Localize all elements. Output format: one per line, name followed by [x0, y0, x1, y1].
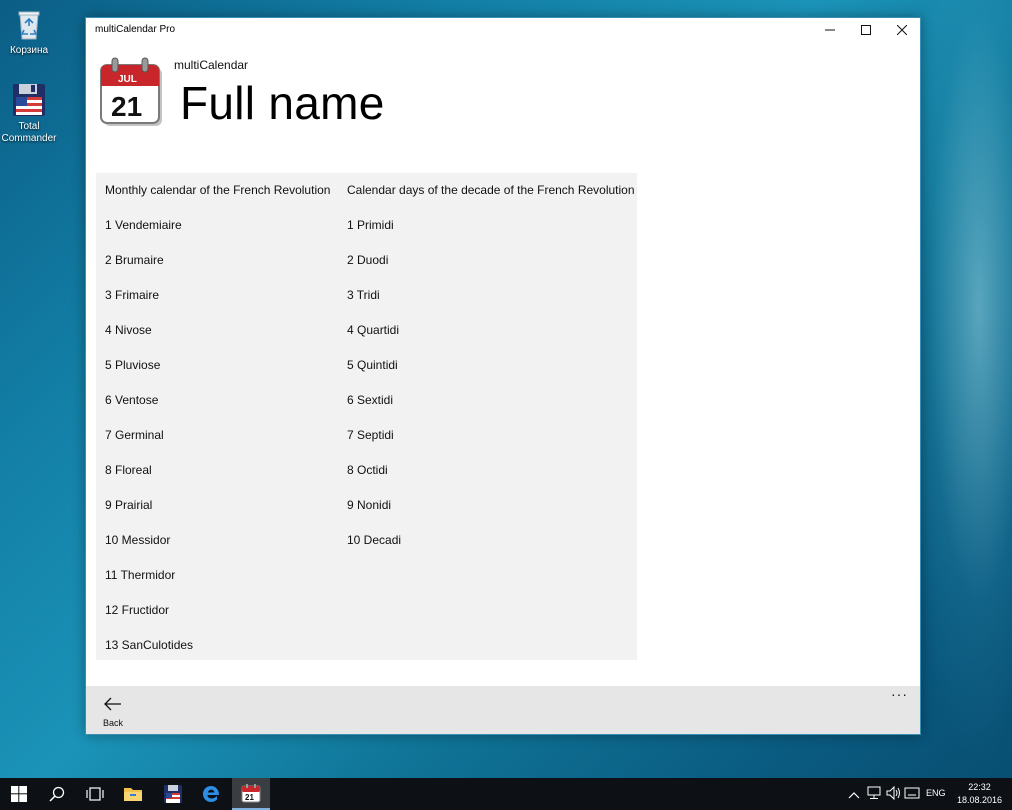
maximize-icon: [861, 25, 871, 35]
day-cell: 10 Decadi: [347, 533, 402, 547]
month-cell: 3 Frimaire: [105, 288, 160, 302]
taskbar-calendar-day: 21: [245, 793, 254, 802]
close-button[interactable]: [884, 18, 920, 42]
folder-icon: [124, 788, 142, 801]
desktop-icon-total-commander[interactable]: Total Commander: [0, 82, 61, 145]
day-cell: 6 Sextidi: [347, 393, 394, 407]
month-cell: 12 Fructidor: [105, 603, 170, 617]
window-title: multiCalendar Pro: [95, 24, 176, 35]
taskbar-file-explorer[interactable]: [114, 778, 152, 810]
day-cell: 3 Tridi: [347, 288, 380, 302]
back-label: Back: [102, 718, 123, 728]
app-window: multiCalendar Pro JUL 21 multiCalendar F…: [85, 17, 921, 735]
day-cell: 7 Septidi: [347, 428, 394, 442]
search-icon: [49, 786, 65, 802]
days-column-header: Calendar days of the decade of the Frenc…: [347, 183, 635, 197]
month-cell: 10 Messidor: [105, 533, 171, 547]
month-cell: 7 Germinal: [105, 428, 164, 442]
month-cell: 1 Vendemiaire: [105, 218, 182, 232]
floppy-disk-icon: [164, 785, 182, 803]
task-view-button[interactable]: [76, 778, 114, 810]
task-view-icon: [86, 787, 104, 801]
clock-date: 18.08.2016: [956, 795, 1002, 805]
clock-time: 22:32: [968, 782, 991, 792]
chevron-up-icon: [848, 792, 860, 799]
more-options-button[interactable]: ···: [891, 686, 908, 702]
months-column-header: Monthly calendar of the French Revolutio…: [105, 183, 331, 197]
edge-browser-icon: [203, 786, 219, 802]
calendar-icon-day: 21: [111, 91, 142, 122]
network-button[interactable]: [866, 786, 882, 805]
month-cell: 4 Nivose: [105, 323, 152, 337]
calendar-table: Monthly calendar of the French Revolutio…: [96, 173, 637, 660]
maximize-button[interactable]: [848, 18, 884, 42]
month-cell: 13 SanCulotides: [105, 638, 194, 652]
minimize-icon: [825, 29, 835, 31]
day-cell: 9 Nonidi: [347, 498, 392, 512]
taskbar: 21 ENG 22:32 18.08.2016: [0, 778, 1012, 810]
app-command-bar: Back ···: [86, 686, 920, 734]
calendar-icon: 21: [241, 784, 261, 803]
minimize-button[interactable]: [812, 18, 848, 42]
page-title: Full name: [180, 77, 385, 129]
month-cell: 5 Pluviose: [105, 358, 161, 372]
show-hidden-icons-button[interactable]: [848, 787, 860, 805]
speaker-icon: [886, 785, 900, 801]
day-cell: 4 Quartidi: [347, 323, 400, 337]
day-cell: 5 Quintidi: [347, 358, 398, 372]
title-bar[interactable]: multiCalendar Pro: [86, 18, 920, 42]
day-cell: 2 Duodi: [347, 253, 389, 267]
calendar-app-icon: JUL 21: [98, 56, 170, 130]
volume-button[interactable]: [886, 785, 902, 805]
floppy-disk-icon: [11, 82, 47, 118]
desktop-icon-label: Total Commander: [1, 121, 57, 144]
search-button[interactable]: [38, 778, 76, 810]
back-button[interactable]: Back: [98, 694, 128, 730]
calendar-icon-month: JUL: [118, 74, 137, 85]
close-icon: [897, 25, 907, 35]
network-icon: [867, 786, 881, 799]
day-cell: 1 Primidi: [347, 218, 394, 232]
input-indicator-button[interactable]: [904, 786, 920, 805]
taskbar-total-commander[interactable]: [154, 778, 192, 810]
taskbar-multicalendar[interactable]: 21: [232, 778, 270, 810]
windows-logo-icon: [11, 786, 27, 802]
language-indicator[interactable]: ENG: [926, 788, 946, 798]
system-clock[interactable]: 22:32 18.08.2016: [957, 781, 1002, 807]
desktop-icon-label: Корзина: [9, 45, 49, 56]
month-cell: 9 Prairial: [105, 498, 153, 512]
app-name: multiCalendar: [174, 58, 249, 72]
month-cell: 6 Ventose: [105, 393, 159, 407]
desktop-icon-recycle-bin[interactable]: Корзина: [0, 6, 61, 57]
month-cell: 8 Floreal: [105, 463, 152, 477]
taskbar-edge[interactable]: [192, 778, 230, 810]
day-cell: 8 Octidi: [347, 463, 388, 477]
month-cell: 2 Brumaire: [105, 253, 164, 267]
back-arrow-icon: [104, 697, 121, 711]
start-button[interactable]: [0, 778, 38, 810]
keyboard-icon: [904, 787, 920, 799]
recycle-bin-icon: [11, 6, 47, 42]
month-cell: 11 Thermidor: [105, 568, 176, 582]
